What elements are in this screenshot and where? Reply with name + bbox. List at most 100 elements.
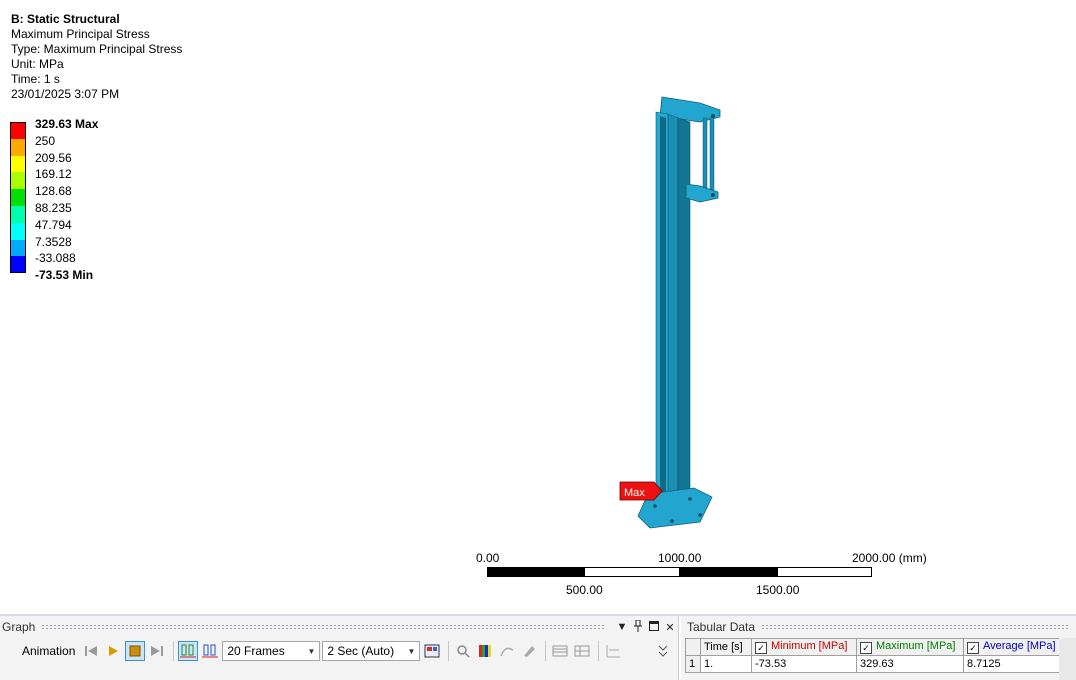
animation-label: Animation	[22, 644, 76, 658]
row-index[interactable]: 1	[685, 655, 701, 673]
result-sets-icon[interactable]	[200, 641, 220, 661]
scale-segment	[777, 567, 872, 577]
table-cell[interactable]: -73.53	[751, 655, 857, 673]
duration-select[interactable]: 2 Sec (Auto) ▼	[322, 641, 421, 661]
overflow-icon[interactable]	[653, 641, 673, 661]
legend-label: -33.088	[35, 251, 76, 266]
frames-select[interactable]: 20 Frames ▼	[222, 641, 321, 661]
checkbox-checked-icon[interactable]: ✓	[755, 642, 767, 654]
table-cell[interactable]: 1.	[700, 655, 752, 673]
close-icon[interactable]: ✕	[662, 621, 678, 634]
column-label: Average [MPa]	[983, 640, 1056, 652]
column-header-average[interactable]: ✓ Average [MPa]	[963, 638, 1063, 656]
graph-panel-title: Graph	[2, 620, 36, 634]
export-video-icon[interactable]	[422, 641, 442, 661]
legend-label: 88.235	[35, 200, 72, 215]
scale-segment	[584, 567, 680, 577]
table-icon[interactable]	[550, 641, 570, 661]
legend-label: 209.56	[35, 150, 72, 165]
scale-label: 1500.00	[756, 583, 800, 597]
side-rod	[702, 117, 708, 199]
tabular-data-title: Tabular Data	[687, 620, 756, 634]
scale-label: 2000.00 (mm)	[852, 551, 927, 565]
table-header-row: Time [s] ✓ Minimum [MPa] ✓ Maximum [MPa] ✓…	[685, 638, 1063, 656]
pin-icon[interactable]	[630, 619, 646, 635]
table-cell[interactable]: 329.63	[856, 655, 964, 673]
scale-segment	[680, 567, 777, 577]
maximize-icon[interactable]	[646, 620, 662, 634]
column-flange	[667, 113, 679, 509]
table-cell[interactable]: 8.7125	[963, 655, 1063, 673]
scale-label: 0.00	[476, 551, 500, 565]
panel-grip[interactable]	[41, 624, 606, 630]
duration-value: 2 Sec (Auto)	[327, 644, 395, 658]
table-row[interactable]: 1 1. -73.53 329.63 8.7125	[685, 655, 1063, 673]
frames-value: 20 Frames	[227, 644, 285, 658]
legend-swatch	[10, 189, 26, 206]
column-inner-face	[660, 116, 666, 500]
legend-label: 7.3528	[35, 234, 72, 249]
tabular-data-table: Time [s] ✓ Minimum [MPa] ✓ Maximum [MPa] ✓…	[685, 638, 1063, 673]
legend-label: 128.68	[35, 184, 72, 199]
legend-swatch	[10, 222, 26, 240]
scale-bar: 0.00 1000.00 2000.00 (mm) 500.00 1500.00	[476, 551, 927, 601]
legend-max-label: 329.63 Max	[35, 117, 99, 131]
result-name: Maximum Principal Stress	[11, 27, 150, 41]
legend-swatch	[10, 172, 26, 190]
column-header-minimum[interactable]: ✓ Minimum [MPa]	[751, 638, 857, 656]
chart-settings-icon[interactable]	[603, 641, 623, 661]
legend-swatch	[10, 155, 26, 173]
legend-swatch	[10, 239, 26, 257]
side-rod	[709, 116, 715, 198]
column-label: Maximum [MPa]	[876, 640, 956, 652]
tabular-data-panel: Tabular Data Time [s] ✓ Minimum [MPa] ✓ Ma…	[681, 616, 1076, 680]
result-date: 23/01/2025 3:07 PM	[11, 87, 120, 101]
result-type: Type: Maximum Principal Stress	[11, 42, 183, 56]
column-label: Time [s]	[704, 641, 743, 653]
vertical-scrollbar[interactable]	[1059, 638, 1076, 680]
legend-min-label: -73.53 Min	[35, 268, 94, 283]
stop-button[interactable]	[125, 641, 146, 661]
dropdown-icon[interactable]: ▼	[614, 621, 630, 633]
legend-swatch	[10, 205, 26, 223]
legend-swatch	[10, 256, 26, 274]
next-frame-button[interactable]	[147, 641, 167, 661]
checkbox-checked-icon[interactable]: ✓	[860, 642, 872, 654]
column-header-maximum[interactable]: ✓ Maximum [MPa]	[856, 638, 964, 656]
result-unit: Unit: MPa	[11, 57, 64, 71]
model-viewport[interactable]: Max	[600, 90, 740, 535]
scale-segment	[487, 567, 584, 577]
checkbox-checked-icon[interactable]: ✓	[967, 642, 979, 654]
zoom-icon[interactable]	[453, 641, 473, 661]
legend-swatch	[10, 138, 26, 156]
legend-color-bar	[10, 122, 26, 274]
result-time: Time: 1 s	[11, 72, 60, 86]
legend-label: 47.794	[35, 217, 72, 232]
row-header-corner	[685, 638, 701, 656]
play-button[interactable]	[103, 641, 123, 661]
graph-panel-header: Graph ▼ ✕	[0, 616, 678, 638]
legend-swatch	[10, 122, 26, 139]
scale-label: 1000.00	[658, 551, 702, 565]
max-probe-label: Max	[624, 487, 645, 499]
distributed-frames-icon[interactable]	[178, 641, 199, 661]
previous-frame-button[interactable]	[81, 641, 101, 661]
chevron-down-icon: ▼	[307, 646, 316, 656]
result-info: B: Static Structural Maximum Principal S…	[11, 12, 182, 102]
probe-icon[interactable]	[519, 641, 539, 661]
legend-label: 169.12	[35, 167, 72, 182]
legend-label: 250	[35, 133, 56, 148]
column-header-time[interactable]: Time [s]	[700, 638, 752, 656]
panel-grip[interactable]	[761, 624, 1068, 630]
column-web	[677, 117, 691, 511]
color-map-icon[interactable]	[475, 641, 495, 661]
table-export-icon[interactable]	[572, 641, 592, 661]
tabular-data-header: Tabular Data	[681, 616, 1076, 638]
analysis-title: B: Static Structural	[11, 12, 120, 26]
chevron-down-icon: ▼	[407, 646, 416, 656]
scale-label: 500.00	[566, 583, 603, 597]
column-label: Minimum [MPa]	[771, 640, 848, 652]
curve-icon[interactable]	[497, 641, 517, 661]
animation-toolbar: Animation 20 Frames ▼ 2 Sec (Auto) ▼	[0, 638, 678, 664]
graph-panel: Graph ▼ ✕ Animation 20 Frames ▼ 2 Sec (A…	[0, 616, 679, 680]
